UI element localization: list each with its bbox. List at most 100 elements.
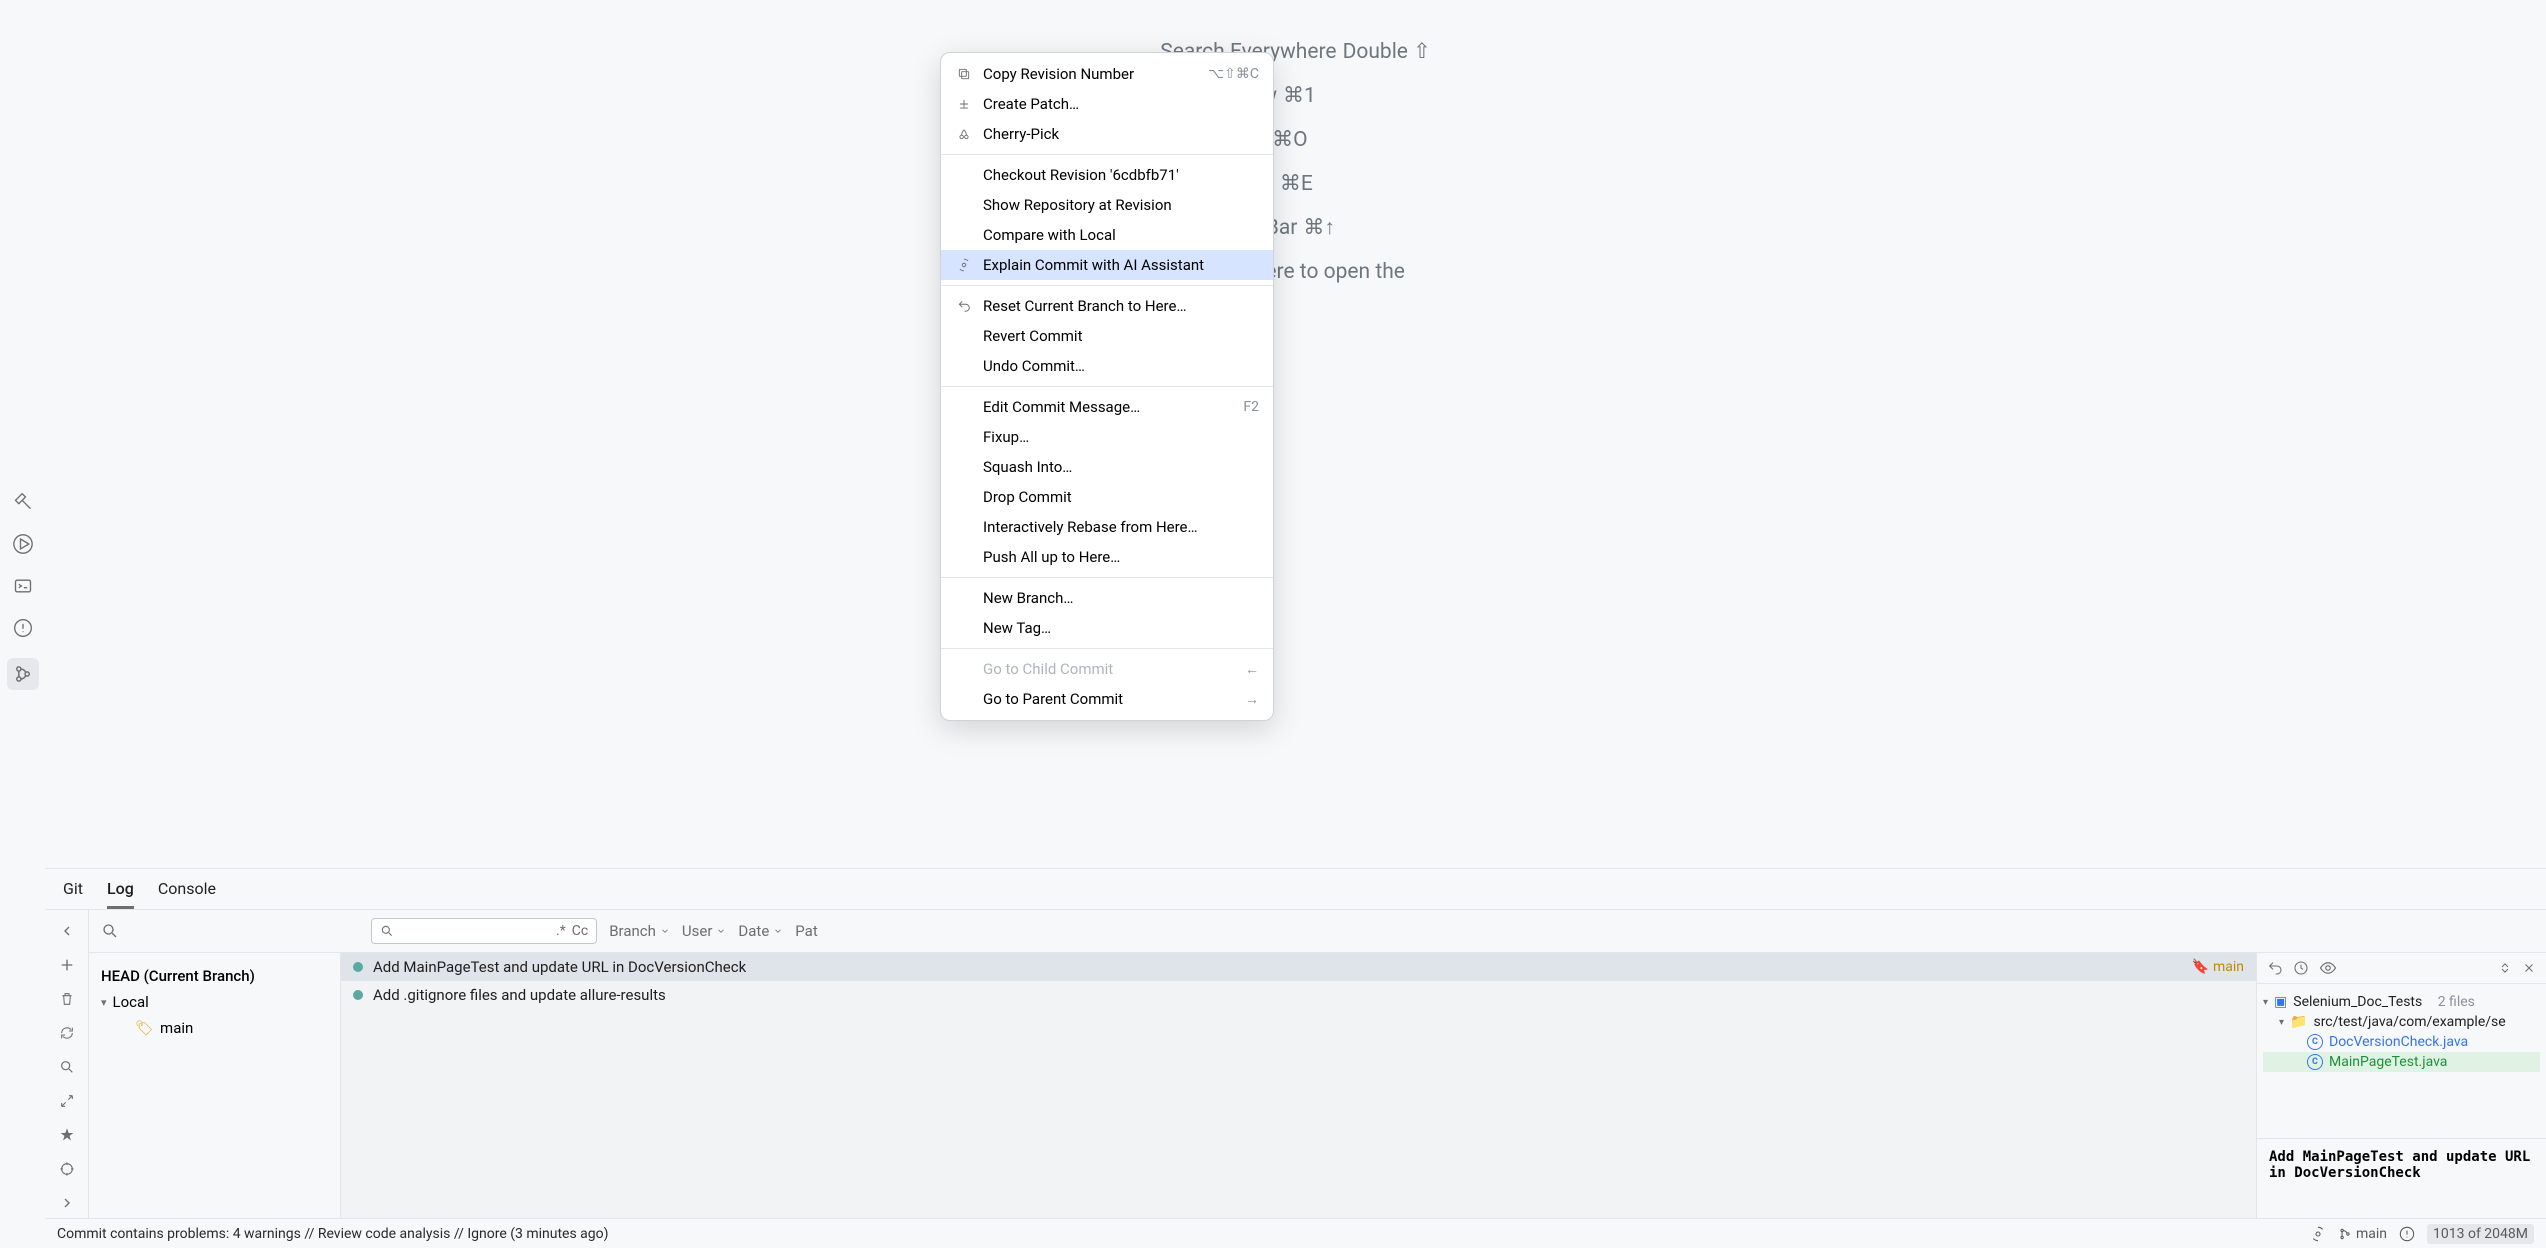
arrow-left-icon: ← [1245,661,1259,678]
plus-diff-icon [955,97,973,111]
tab-git[interactable]: Git [63,879,83,909]
status-message[interactable]: Commit contains problems: 4 warnings // … [57,1226,609,1242]
add-icon[interactable] [54,952,80,978]
undo-icon[interactable] [2267,960,2283,976]
user-filter[interactable]: User [682,922,727,940]
commit-row[interactable]: Add .gitignore files and update allure-r… [341,981,2256,1009]
menu-cherry-pick[interactable]: Cherry-Pick [941,119,1273,149]
case-toggle[interactable]: Cc [572,923,588,939]
menu-new-tag[interactable]: New Tag… [941,613,1273,643]
tab-console[interactable]: Console [158,879,216,909]
hint-project-view-sc: ⌘1 [1283,74,1316,118]
chevron-down-icon: ▾ [101,996,107,1009]
status-branch[interactable]: main [2338,1226,2387,1242]
menu-explain-ai[interactable]: Explain Commit with AI Assistant [941,250,1273,280]
tab-log[interactable]: Log [107,879,134,909]
menu-fixup[interactable]: Fixup… [941,422,1273,452]
commit-node-icon [353,962,363,972]
branch-filter[interactable]: Branch [609,922,670,940]
branch-icon [2338,1227,2352,1241]
commit-node-icon [353,990,363,1000]
target-icon[interactable] [54,1156,80,1182]
ai-status-icon[interactable] [2310,1226,2326,1242]
hint-recent-files-sc: ⌘E [1280,162,1313,206]
problems-icon[interactable] [11,616,35,640]
branch-main[interactable]: 🏷main [101,1015,328,1041]
commit-context-menu: Copy Revision Number⌥⇧⌘C Create Patch… C… [940,52,1274,721]
menu-copy-revision[interactable]: Copy Revision Number⌥⇧⌘C [941,59,1273,89]
commit-detail-message: Add MainPageTest and update URL in DocVe… [2257,1138,2546,1218]
menu-push-all[interactable]: Push All up to Here… [941,542,1273,572]
chevron-down-icon: ▾ [2263,997,2268,1008]
menu-revert-commit[interactable]: Revert Commit [941,321,1273,351]
folder-icon: 📁 [2290,1014,2307,1030]
star-icon[interactable] [54,1122,80,1148]
copy-icon [955,67,973,81]
terminal-icon[interactable] [11,574,35,598]
status-bar: Commit contains problems: 4 warnings // … [45,1218,2546,1248]
menu-compare-local[interactable]: Compare with Local [941,220,1273,250]
search-icon[interactable] [54,1054,80,1080]
commit-details-pane: ▾▣Selenium_Doc_Tests 2 files ▾📁src/test/… [2256,953,2546,1218]
tree-project-row[interactable]: ▾▣Selenium_Doc_Tests 2 files [2263,992,2540,1012]
preview-icon[interactable] [2319,959,2337,977]
refresh-icon[interactable] [54,1020,80,1046]
menu-checkout-revision[interactable]: Checkout Revision '6cdbfb71' [941,160,1273,190]
commit-message: Add MainPageTest and update URL in DocVe… [373,958,2182,976]
delete-icon[interactable] [54,986,80,1012]
cherry-pick-icon [955,127,973,141]
hammer-icon[interactable] [11,490,35,514]
branch-search-icon[interactable] [101,922,119,940]
menu-go-parent-commit[interactable]: Go to Parent Commit→ [941,684,1273,714]
changed-files-tree: ▾▣Selenium_Doc_Tests 2 files ▾📁src/test/… [2257,984,2546,1138]
close-icon[interactable] [2522,961,2536,975]
warning-status-icon[interactable] [2399,1226,2415,1242]
head-branch[interactable]: HEAD (Current Branch) [101,963,328,989]
chevron-down-icon [773,926,783,936]
class-icon: C [2307,1034,2323,1050]
run-icon[interactable] [11,532,35,556]
log-sidebar-tools [45,910,89,1218]
menu-create-patch[interactable]: Create Patch… [941,89,1273,119]
date-filter[interactable]: Date [738,922,783,940]
ai-icon [955,258,973,272]
bookmark-icon: 🔖 [2192,959,2209,975]
tag-icon: 🏷 [135,1019,154,1037]
vcs-icon[interactable] [7,658,39,690]
arrow-right-icon: → [1245,691,1259,708]
chevron-down-icon: ▾ [2279,1017,2284,1028]
menu-interactive-rebase[interactable]: Interactively Rebase from Here… [941,512,1273,542]
menu-edit-message[interactable]: Edit Commit Message…F2 [941,392,1273,422]
expand-icon[interactable] [2498,961,2512,975]
menu-undo-commit[interactable]: Undo Commit… [941,351,1273,381]
menu-squash[interactable]: Squash Into… [941,452,1273,482]
tree-file-row[interactable]: CDocVersionCheck.java [2263,1032,2540,1052]
back-icon[interactable] [54,918,80,944]
menu-new-branch[interactable]: New Branch… [941,583,1273,613]
log-filter-input[interactable] [400,923,550,939]
chevron-down-icon [660,926,670,936]
memory-indicator[interactable]: 1013 of 2048M [2427,1224,2534,1244]
collapse-icon[interactable] [54,1088,80,1114]
branches-pane: HEAD (Current Branch) ▾Local 🏷main [89,953,341,1218]
commits-pane: Add MainPageTest and update URL in DocVe… [341,953,2256,1218]
history-icon[interactable] [2293,960,2309,976]
undo-icon [955,299,973,313]
regex-toggle[interactable]: .* [556,923,566,939]
menu-reset-branch[interactable]: Reset Current Branch to Here… [941,291,1273,321]
editor-welcome-area: Search EverywhereDouble ⇧ Project View⌘1… [45,0,2546,868]
menu-drop-commit[interactable]: Drop Commit [941,482,1273,512]
hint-nav-bar-sc: ⌘↑ [1303,206,1335,250]
vcs-panel: Git Log Console [45,868,2546,1218]
commit-row[interactable]: Add MainPageTest and update URL in DocVe… [341,953,2256,981]
forward-icon[interactable] [54,1190,80,1216]
commit-message: Add .gitignore files and update allure-r… [373,986,2244,1004]
hint-search-sc: Double ⇧ [1343,30,1431,74]
tree-folder-row[interactable]: ▾📁src/test/java/com/example/se [2263,1012,2540,1032]
paths-filter[interactable]: Pat [795,922,817,940]
branch-tag: 🔖main [2192,959,2244,975]
tree-file-row[interactable]: CMainPageTest.java [2263,1052,2540,1072]
project-icon: ▣ [2274,994,2287,1010]
menu-show-repo[interactable]: Show Repository at Revision [941,190,1273,220]
local-branches[interactable]: ▾Local [101,989,328,1015]
